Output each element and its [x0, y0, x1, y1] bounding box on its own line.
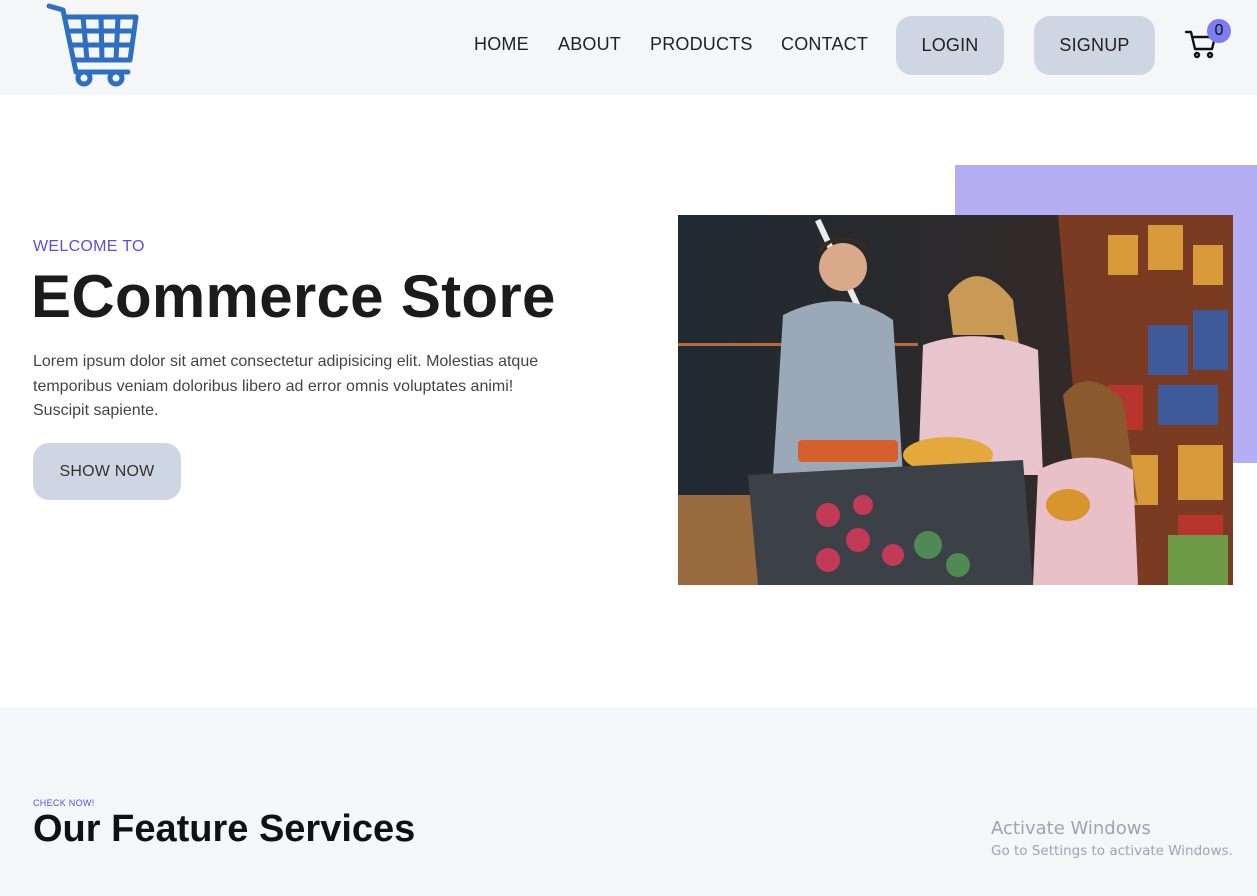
watermark-title: Activate Windows [991, 818, 1151, 839]
watermark-subtitle: Go to Settings to activate Windows. [991, 843, 1233, 859]
login-button[interactable]: LOGIN [896, 16, 1004, 75]
services-section [0, 707, 1257, 896]
hero-title: ECommerce Store [31, 263, 556, 330]
site-header: HOME ABOUT PRODUCTS CONTACT LOGIN SIGNUP… [0, 0, 1257, 95]
signup-button[interactable]: SIGNUP [1034, 16, 1155, 75]
hero-kicker: WELCOME TO [33, 238, 145, 255]
services-kicker: CHECK NOW! [33, 798, 95, 808]
services-title: Our Feature Services [33, 808, 416, 850]
nav-products[interactable]: PRODUCTS [650, 34, 753, 55]
hero-family-shopping-image [678, 215, 1233, 585]
shopping-cart-logo-icon[interactable] [46, 2, 142, 88]
show-now-button[interactable]: SHOW NOW [33, 443, 181, 500]
cart-count-badge: 0 [1207, 19, 1231, 43]
nav-contact[interactable]: CONTACT [781, 34, 868, 55]
windows-activation-watermark: Activate Windows Go to Settings to activ… [991, 818, 1233, 859]
nav-about[interactable]: ABOUT [558, 34, 621, 55]
hero-description: Lorem ipsum dolor sit amet consectetur a… [33, 353, 539, 419]
nav-home[interactable]: HOME [474, 34, 529, 55]
